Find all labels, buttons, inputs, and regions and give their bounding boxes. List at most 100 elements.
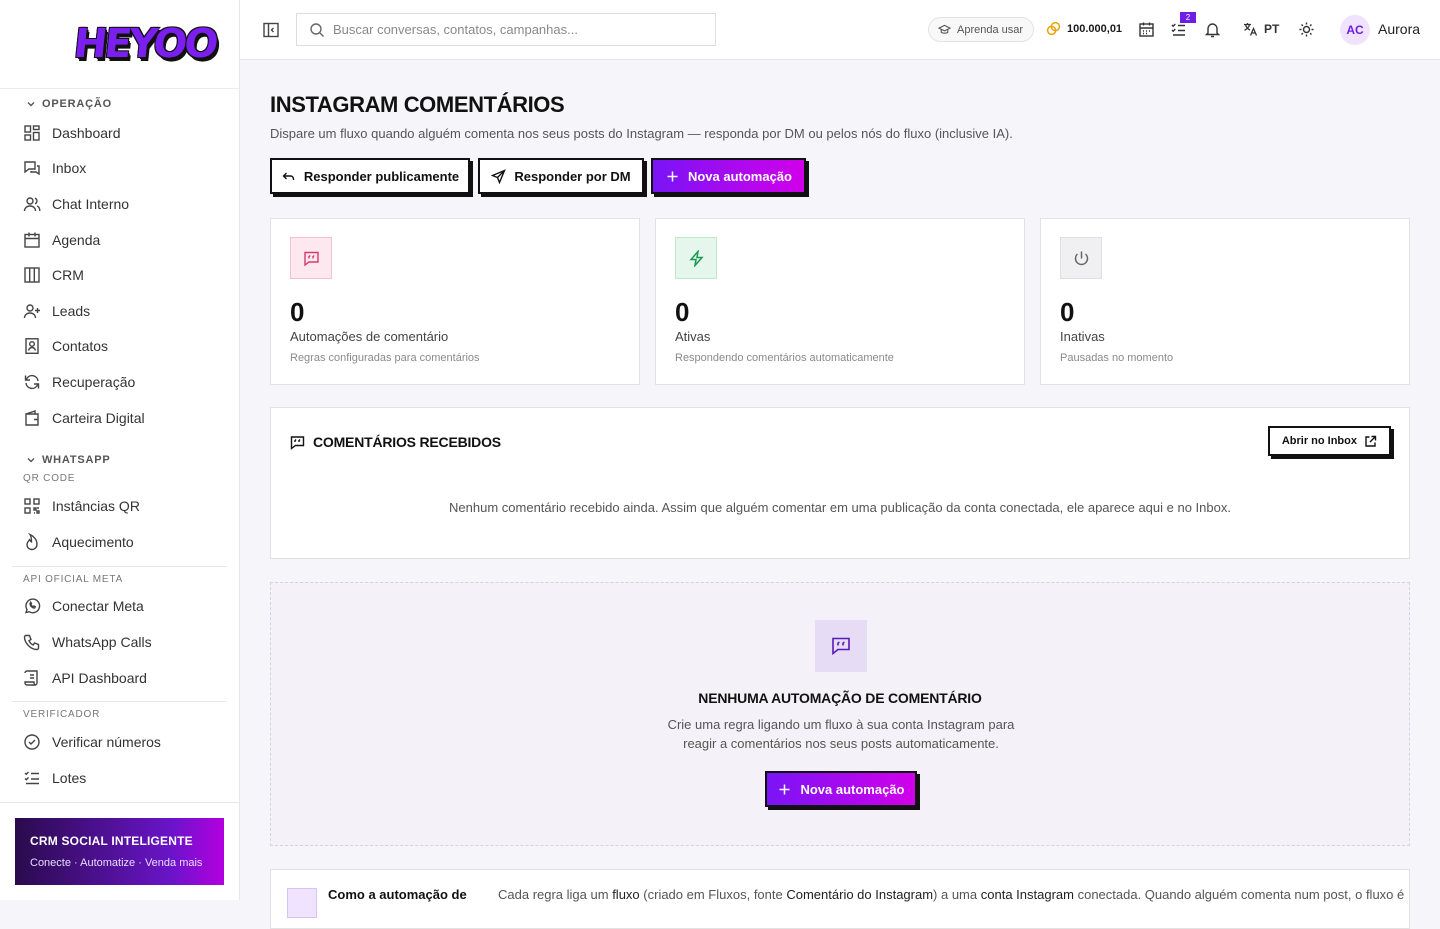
reply-dm-button[interactable]: Responder por DM bbox=[478, 158, 644, 194]
sidebar-toggle-icon[interactable] bbox=[262, 21, 280, 39]
sidebar-item-aquecimento[interactable]: Aquecimento bbox=[0, 524, 239, 560]
dashboard-icon bbox=[24, 125, 40, 141]
sidebar-item-label: API Dashboard bbox=[52, 669, 147, 686]
section-operacao-toggle[interactable]: OPERAÇÃO bbox=[26, 96, 239, 112]
power-icon bbox=[1074, 251, 1088, 265]
lightning-icon bbox=[688, 249, 704, 267]
plus-icon bbox=[667, 171, 678, 181]
divider bbox=[12, 701, 227, 703]
empty-icon-box bbox=[815, 620, 867, 672]
search-icon bbox=[310, 22, 324, 37]
stat-icon-box bbox=[1060, 237, 1102, 279]
stat-hint: Regras configuradas para comentários bbox=[290, 352, 480, 364]
logo-area: HEYOO bbox=[0, 0, 239, 89]
sidebar-item-conectar-meta[interactable]: Conectar Meta bbox=[0, 589, 239, 625]
stat-icon-box bbox=[675, 237, 717, 279]
section-label: WHATSAPP bbox=[42, 454, 111, 467]
refresh-icon bbox=[24, 374, 40, 390]
calendar-icon[interactable] bbox=[1138, 21, 1155, 38]
promo-banner[interactable]: CRM SOCIAL INTELIGENTE Conecte · Automat… bbox=[15, 818, 224, 885]
theme-toggle-icon[interactable] bbox=[1298, 21, 1315, 38]
stat-hint: Pausadas no momento bbox=[1060, 352, 1174, 364]
button-label: Nova automação bbox=[800, 781, 905, 797]
message-quote-icon bbox=[290, 435, 305, 450]
check-circle-icon bbox=[24, 734, 40, 750]
sidebar-item-verificar-numeros[interactable]: Verificar números bbox=[0, 724, 239, 760]
sidebar-item-api-dashboard[interactable]: API Dashboard bbox=[0, 660, 239, 696]
sidebar-item-label: Verificar números bbox=[52, 734, 161, 751]
sidebar-item-instancias-qr[interactable]: Instâncias QR bbox=[0, 488, 239, 524]
sidebar-item-label: CRM bbox=[52, 267, 84, 284]
users-icon bbox=[23, 197, 41, 212]
section-label: OPERAÇÃO bbox=[42, 98, 112, 110]
search-input[interactable]: Buscar conversas, contatos, campanhas... bbox=[296, 13, 716, 46]
stat-card-automations: 0 Automações de comentário Regras config… bbox=[270, 218, 640, 385]
wallet-icon bbox=[25, 409, 39, 426]
sidebar-item-contatos[interactable]: Contatos bbox=[0, 329, 239, 365]
stat-hint: Respondendo comentários automaticamente bbox=[675, 352, 894, 364]
translate-icon bbox=[1244, 23, 1258, 36]
empty-title: NENHUMA AUTOMAÇÃO DE COMENTÁRIO bbox=[698, 690, 982, 706]
list-check-icon bbox=[24, 771, 39, 784]
button-label: Responder por DM bbox=[514, 168, 631, 184]
sidebar-item-inbox[interactable]: Inbox bbox=[0, 151, 239, 187]
inbox-icon bbox=[24, 161, 40, 176]
section-whatsapp-toggle[interactable]: WHATSAPP bbox=[26, 452, 239, 468]
button-label: Nova automação bbox=[687, 168, 793, 184]
language-label: PT bbox=[1264, 22, 1280, 36]
tasks-badge: 2 bbox=[1180, 12, 1196, 23]
button-label: Abrir no Inbox bbox=[1281, 435, 1357, 447]
sidebar-item-whatsapp-calls[interactable]: WhatsApp Calls bbox=[0, 624, 239, 660]
user-plus-icon bbox=[23, 304, 40, 318]
sidebar-item-dashboard[interactable]: Dashboard bbox=[0, 115, 239, 151]
phone-icon bbox=[23, 634, 40, 651]
empty-description: Crie uma regra ligando um fluxo à sua co… bbox=[667, 717, 1015, 751]
section-title: COMENTÁRIOS RECEBIDOS bbox=[313, 434, 501, 450]
sidebar-item-label: WhatsApp Calls bbox=[52, 633, 152, 650]
new-automation-button[interactable]: Nova automação bbox=[651, 158, 806, 194]
sidebar-item-recuperacao[interactable]: Recuperação bbox=[0, 364, 239, 400]
received-comments-card: COMENTÁRIOS RECEBIDOS Abrir no Inbox Nen… bbox=[270, 407, 1410, 559]
search-placeholder: Buscar conversas, contatos, campanhas... bbox=[333, 22, 578, 37]
app-logo[interactable]: HEYOO bbox=[72, 21, 218, 67]
learn-button[interactable]: Aprenda usar bbox=[928, 17, 1035, 42]
calendar-icon bbox=[24, 232, 40, 248]
contacts-icon bbox=[25, 338, 39, 355]
message-quote-icon bbox=[303, 251, 319, 266]
sidebar-item-label: Agenda bbox=[52, 231, 101, 248]
coins-icon bbox=[1046, 21, 1061, 36]
sidebar-item-leads[interactable]: Leads bbox=[0, 293, 239, 329]
tasks-icon[interactable] bbox=[1170, 21, 1187, 38]
language-selector[interactable]: PT bbox=[1242, 21, 1279, 37]
page-subtitle: Dispare um fluxo quando alguém comenta n… bbox=[270, 126, 1013, 141]
stat-value: 0 bbox=[675, 297, 690, 327]
stat-value: 0 bbox=[290, 297, 305, 327]
coins-balance[interactable]: 100.000,01 bbox=[1046, 21, 1122, 36]
reply-public-button[interactable]: Responder publicamente bbox=[270, 158, 470, 194]
avatar[interactable]: AC bbox=[1340, 15, 1370, 45]
user-name[interactable]: Aurora bbox=[1378, 21, 1420, 37]
empty-automations-card: NENHUMA AUTOMAÇÃO DE COMENTÁRIO Crie uma… bbox=[270, 582, 1410, 846]
sidebar: HEYOO OPERAÇÃO Dashboard Inbox Chat Inte… bbox=[0, 0, 240, 900]
new-automation-button[interactable]: Nova automação bbox=[765, 771, 917, 807]
sidebar-item-carteira-digital[interactable]: Carteira Digital bbox=[0, 400, 239, 436]
sidebar-item-label: Lotes bbox=[52, 769, 87, 786]
promo-subtitle: Conecte · Automatize · Venda mais bbox=[30, 857, 203, 869]
bell-icon[interactable] bbox=[1204, 21, 1221, 38]
sidebar-item-crm[interactable]: CRM bbox=[0, 257, 239, 293]
stat-label: Automações de comentário bbox=[290, 329, 449, 344]
sidebar-item-agenda[interactable]: Agenda bbox=[0, 222, 239, 258]
sidebar-item-lotes[interactable]: Lotes bbox=[0, 760, 239, 796]
promo-title: CRM SOCIAL INTELIGENTE bbox=[30, 834, 193, 848]
empty-comments-text: Nenhum comentário recebido ainda. Assim … bbox=[449, 500, 1231, 515]
sidebar-item-chat-interno[interactable]: Chat Interno bbox=[0, 186, 239, 222]
sidebar-item-label: Leads bbox=[52, 302, 91, 319]
sidebar-item-label: Contatos bbox=[52, 338, 109, 355]
subsection-qr-code: QR CODE bbox=[23, 473, 76, 485]
sidebar-item-label: Chat Interno bbox=[52, 195, 130, 212]
how-it-works-card: Como a automação de Cada regra liga um f… bbox=[270, 869, 1410, 929]
sidebar-item-label: Conectar Meta bbox=[52, 598, 144, 615]
section-header: COMENTÁRIOS RECEBIDOS bbox=[290, 434, 501, 450]
chevron-down-icon bbox=[27, 458, 35, 463]
open-inbox-button[interactable]: Abrir no Inbox bbox=[1267, 426, 1391, 456]
